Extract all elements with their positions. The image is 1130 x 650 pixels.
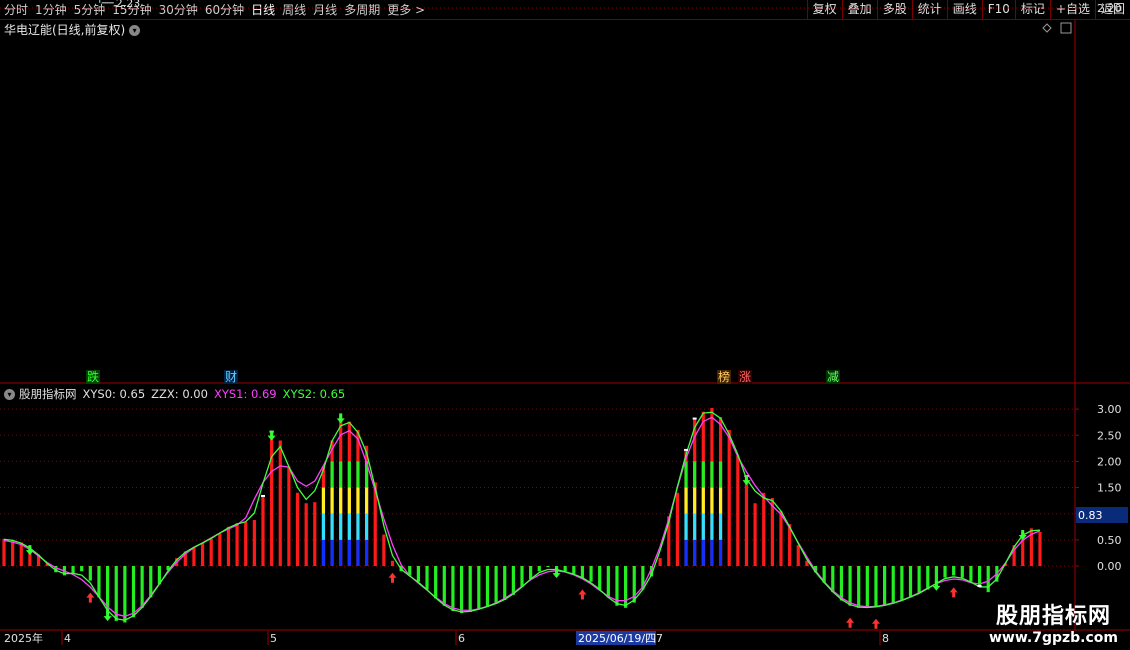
timeline-year: 2025年 — [4, 631, 43, 645]
sell-arrow-icon — [267, 430, 276, 441]
signal-cap — [977, 584, 982, 587]
indicator-tick-label: 0.00 — [1097, 560, 1122, 573]
low-price-label: 2.23 — [116, 0, 141, 10]
buy-arrow-icon — [578, 589, 587, 600]
cursor-date-label: 2025/06/19/四 — [578, 632, 656, 645]
watermark: 股朋指标网 www.7gpzb.com — [989, 598, 1118, 646]
indicator-tick-label: 1.50 — [1097, 482, 1122, 495]
indicator-tick-label: 3.00 — [1097, 403, 1122, 416]
kline-chart-canvas[interactable]: 4.003.803.603.403.203.002.802.602.402.20… — [0, 0, 1130, 650]
watermark-title: 股朋指标网 — [995, 604, 1111, 629]
signal-cap — [261, 494, 265, 497]
timeline-month: 4 — [64, 632, 71, 645]
diamond-icon — [1042, 23, 1052, 33]
buy-arrow-icon — [871, 618, 880, 629]
xys1-readout: XYS1: 0.69 — [213, 387, 277, 401]
event-marker-label: 减 — [827, 370, 839, 384]
indicator-tick-label: 2.00 — [1097, 455, 1122, 468]
buy-arrow-icon — [846, 617, 855, 628]
event-marker-label: 财 — [225, 370, 237, 384]
zzx-readout: ZZX: 0.00 — [151, 387, 208, 401]
indicator-tick-label: 2.50 — [1097, 429, 1122, 442]
watermark-url: www.7gpzb.com — [988, 630, 1118, 646]
event-marker-label: 涨 — [739, 369, 751, 384]
buy-arrow-icon — [86, 592, 95, 603]
chevron-down-icon[interactable]: ▾ — [129, 25, 141, 36]
event-marker-label: 跌 — [87, 369, 99, 384]
indicator-name: 股朋指标网 — [19, 387, 77, 401]
timeline-month: 5 — [270, 632, 277, 645]
panel-toggle-icon — [1060, 22, 1072, 34]
signal-cap — [684, 448, 689, 451]
indicator-header: ▾ 股朋指标网 XYS0: 0.65 ZZX: 0.00 XYS1: 0.69 XYS2:… — [4, 386, 345, 402]
timeline-month: 6 — [458, 632, 465, 645]
event-marker-label: 榜 — [718, 369, 730, 384]
current-value-label: 0.83 — [1078, 509, 1103, 522]
indicator-tick-label: 0.50 — [1097, 534, 1122, 547]
stock-name: 华电辽能(日线,前复权) — [4, 23, 126, 37]
timeline-month: 7 — [656, 632, 663, 645]
xys0-readout: XYS0: 0.65 — [82, 387, 146, 401]
chevron-down-icon[interactable]: ▾ — [4, 389, 15, 400]
timeline-month: 8 — [882, 632, 889, 645]
buy-arrow-icon — [388, 572, 397, 583]
stock-title: 华电辽能(日线,前复权) ▾ — [4, 21, 141, 38]
signal-cap — [692, 417, 697, 420]
xys2-readout: XYS2: 0.65 — [282, 387, 346, 401]
sell-arrow-icon — [336, 413, 345, 424]
price-tick-label: 2.20 — [1097, 2, 1122, 15]
buy-arrow-icon — [949, 587, 958, 598]
